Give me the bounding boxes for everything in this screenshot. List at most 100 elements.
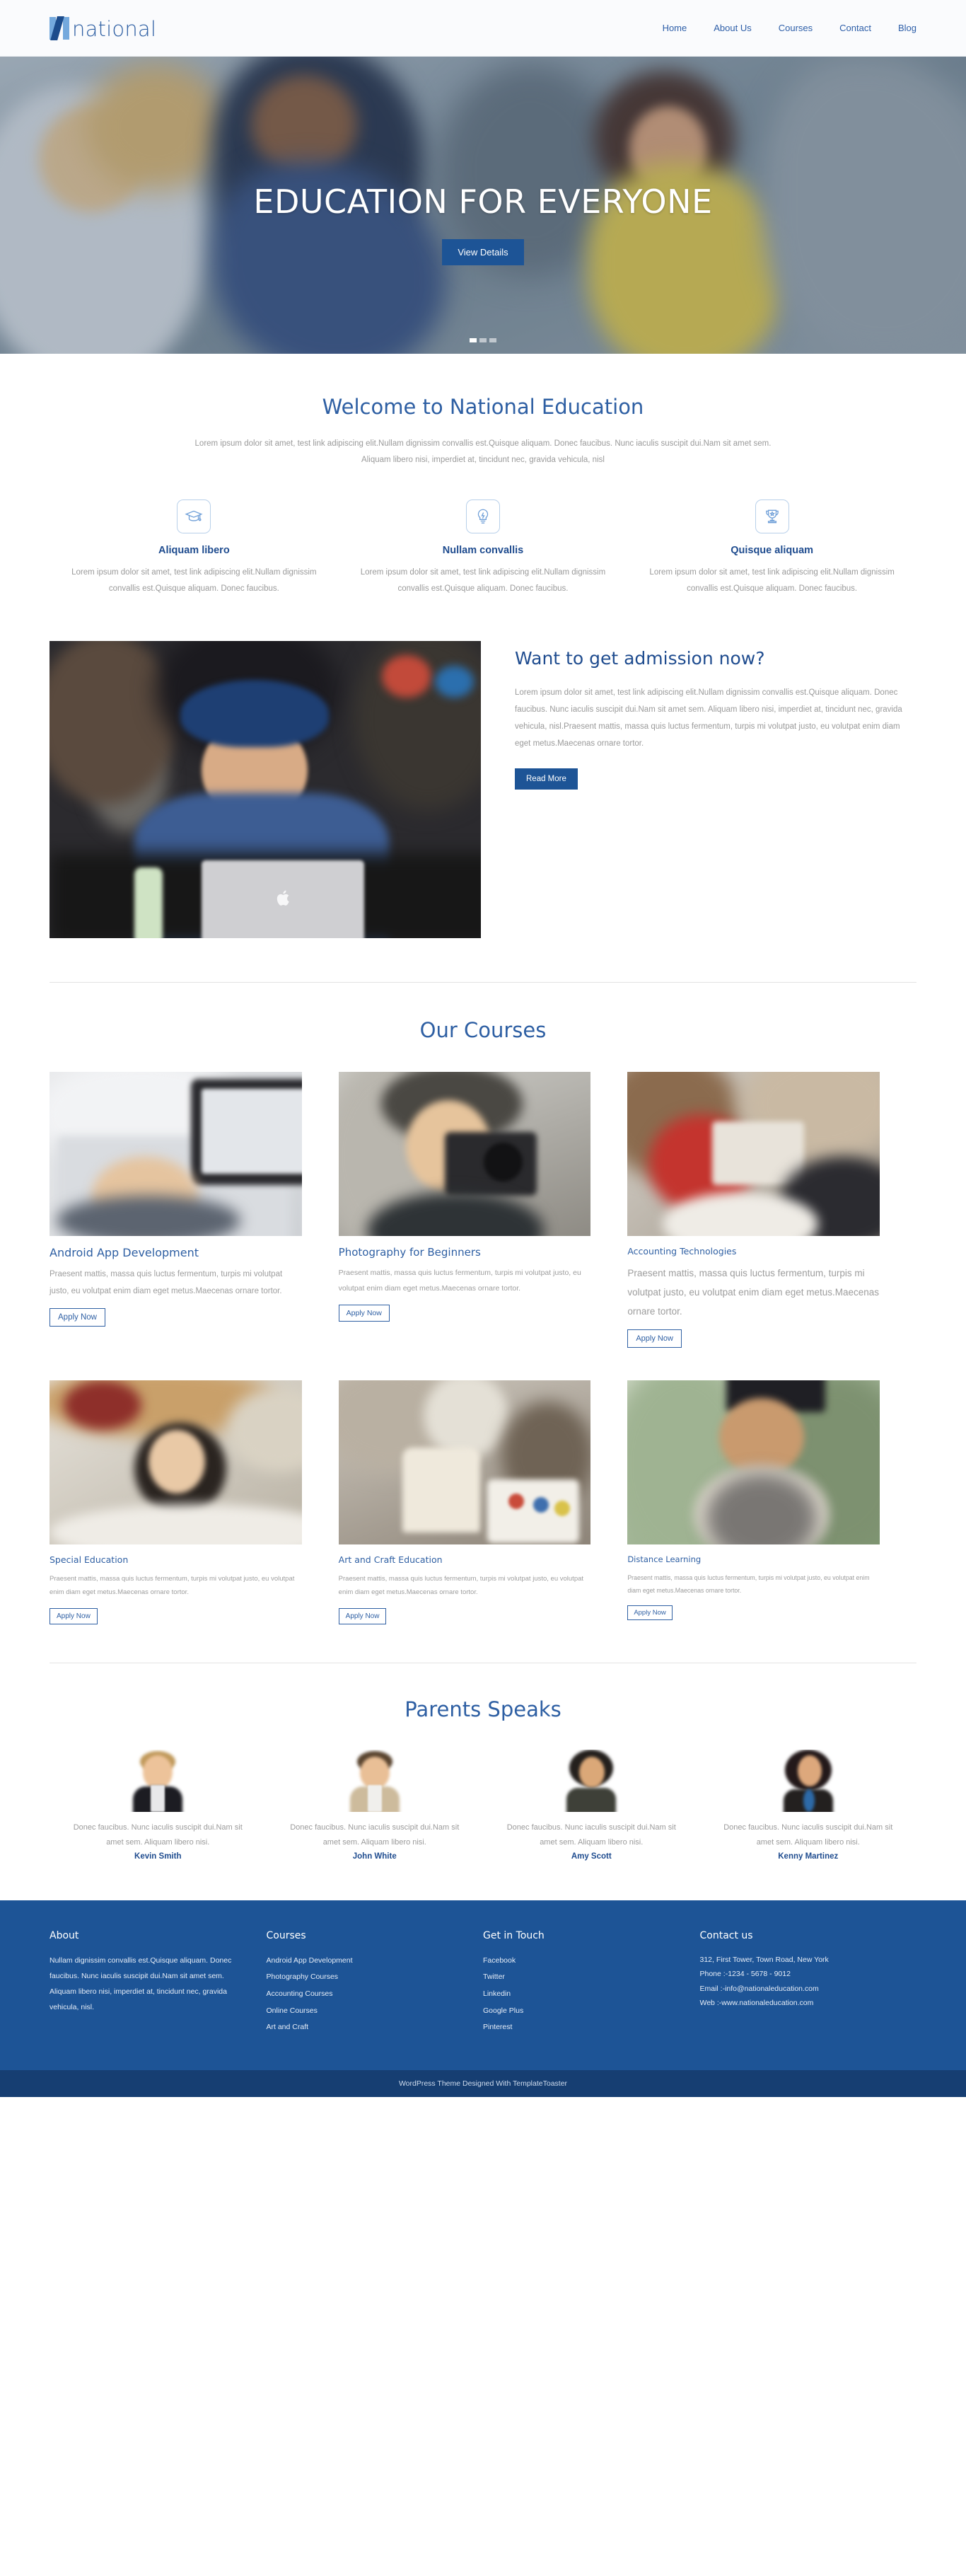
footer-contact-phone: Phone :-1234 - 5678 - 9012	[699, 1970, 791, 1979]
nav-item-home[interactable]: Home	[663, 23, 687, 33]
lightbulb-icon	[465, 499, 500, 533]
course-image-1	[50, 1072, 302, 1236]
nav-item-blog[interactable]: Blog	[898, 23, 916, 33]
testimonial-text-4: Donec faucibus. Nunc iaculis suscipit du…	[723, 1823, 893, 1847]
testimonial-text-2: Donec faucibus. Nunc iaculis suscipit du…	[290, 1823, 460, 1847]
feature-card-2: Nullam convallis Lorem ipsum dolor sit a…	[339, 499, 628, 597]
testimonial-2: Donec faucibus. Nunc iaculis suscipit du…	[267, 1750, 484, 1861]
courses-grid: Android App Development Praesent mattis,…	[50, 1072, 916, 1657]
footer-course-link-4[interactable]: Online Courses	[267, 2003, 455, 2020]
testimonial-1: Donec faucibus. Nunc iaculis suscipit du…	[50, 1750, 267, 1861]
course-image-5	[338, 1380, 591, 1544]
apply-now-button-6[interactable]: Apply Now	[627, 1605, 673, 1621]
footer-course-link-2[interactable]: Photography Courses	[267, 1969, 455, 1986]
hero-slider: EDUCATION FOR EVERYONE View Details	[0, 57, 966, 354]
testimonials-grid: Donec faucibus. Nunc iaculis suscipit du…	[50, 1749, 917, 1861]
apply-now-button-3[interactable]: Apply Now	[627, 1329, 682, 1348]
nav-item-courses[interactable]: Courses	[779, 23, 813, 33]
course-title-5: Art and Craft Education	[338, 1554, 443, 1565]
site-logo[interactable]: national	[50, 16, 157, 41]
testimonial-name-3: Amy Scott	[571, 1852, 612, 1861]
nav-item-contact[interactable]: Contact	[839, 23, 871, 33]
welcome-lead-text: Lorem ipsum dolor sit amet, test link ad…	[194, 439, 772, 464]
course-title-1: Android App Development	[50, 1246, 199, 1259]
footer-social-link-linkedin[interactable]: Linkedin	[483, 1986, 672, 2003]
footer-social-link-google-plus[interactable]: Google Plus	[483, 2003, 672, 2020]
trophy-icon	[755, 499, 789, 533]
apply-now-button-2[interactable]: Apply Now	[338, 1305, 390, 1322]
avatar-4	[778, 1749, 839, 1812]
footer-about-heading: About	[50, 1929, 79, 1941]
testimonials-section: Parents Speaks Donec faucibus. Nunc iacu…	[50, 1663, 916, 1900]
course-image-4	[50, 1380, 302, 1544]
course-title-6: Distance Learning	[627, 1554, 702, 1564]
testimonial-name-2: John White	[352, 1852, 397, 1861]
apply-now-button-5[interactable]: Apply Now	[338, 1607, 387, 1624]
hero-dot-2[interactable]	[479, 338, 487, 342]
footer-course-link-5[interactable]: Art and Craft	[267, 2019, 455, 2036]
hero-dot-3[interactable]	[489, 338, 496, 342]
course-title-3: Accounting Technologies	[627, 1246, 737, 1257]
testimonial-4: Donec faucibus. Nunc iaculis suscipit du…	[700, 1749, 917, 1861]
site-header: national Home About Us Courses Contact B…	[0, 0, 966, 57]
course-image-2	[338, 1072, 591, 1236]
footer-social-link-twitter[interactable]: Twitter	[483, 1969, 672, 1986]
course-card-6: Distance Learning Praesent mattis, massa…	[627, 1380, 916, 1624]
footer-about-column: About Nullam dignissim convallis est.Qui…	[50, 1930, 267, 2036]
site-footer: About Nullam dignissim convallis est.Qui…	[0, 1900, 966, 2070]
course-title-4: Special Education	[50, 1554, 129, 1565]
feature-text-2: Lorem ipsum dolor sit amet, test link ad…	[360, 568, 606, 593]
course-card-3: Accounting Technologies Praesent mattis,…	[627, 1072, 916, 1348]
admission-text: Lorem ipsum dolor sit amet, test link ad…	[515, 688, 902, 749]
footer-contact-heading: Contact us	[699, 1929, 753, 1941]
footer-course-link-1[interactable]: Android App Development	[267, 1953, 455, 1970]
primary-nav: Home About Us Courses Contact Blog	[663, 23, 916, 33]
page-root: national Home About Us Courses Contact B…	[0, 0, 966, 2097]
copyright-bar: WordPress Theme Designed With TemplateTo…	[0, 2069, 966, 2097]
course-text-1: Praesent mattis, massa quis luctus ferme…	[50, 1270, 283, 1295]
features-row: Aliquam libero Lorem ipsum dolor sit ame…	[50, 499, 916, 597]
welcome-title: Welcome to National Education	[322, 395, 644, 419]
admission-image	[50, 641, 481, 938]
course-card-2: Photography for Beginners Praesent matti…	[338, 1072, 628, 1348]
course-card-1: Android App Development Praesent mattis,…	[50, 1072, 339, 1348]
hero-slider-dots[interactable]	[470, 338, 496, 342]
course-text-3: Praesent mattis, massa quis luctus ferme…	[627, 1268, 880, 1317]
courses-title: Our Courses	[419, 1018, 547, 1042]
courses-section: Our Courses Android App Development Prae…	[50, 983, 916, 1657]
admission-section: Want to get admission now? Lorem ipsum d…	[50, 641, 916, 938]
read-more-button[interactable]: Read More	[515, 768, 578, 790]
feature-text-3: Lorem ipsum dolor sit amet, test link ad…	[649, 568, 895, 593]
testimonial-3: Donec faucibus. Nunc iaculis suscipit du…	[483, 1749, 700, 1861]
footer-social-heading: Get in Touch	[483, 1929, 545, 1941]
feature-title-1: Aliquam libero	[158, 545, 230, 556]
footer-contact-address: 312, First Tower, Town Road, New York	[699, 1955, 829, 1964]
course-text-2: Praesent mattis, massa quis luctus ferme…	[338, 1269, 581, 1293]
apply-now-button-1[interactable]: Apply Now	[50, 1308, 105, 1327]
testimonial-name-4: Kenny Martinez	[778, 1852, 839, 1861]
footer-contact-email: Email :-info@nationaleducation.com	[699, 1984, 819, 1993]
feature-title-2: Nullam convallis	[442, 545, 524, 556]
welcome-section: Welcome to National Education Lorem ipsu…	[50, 354, 916, 1900]
testimonial-text-1: Donec faucibus. Nunc iaculis suscipit du…	[73, 1823, 243, 1847]
course-card-5: Art and Craft Education Praesent mattis,…	[338, 1380, 628, 1624]
hero-dot-1[interactable]	[470, 338, 477, 342]
nav-item-about-us[interactable]: About Us	[714, 23, 751, 33]
testimonial-name-1: Kevin Smith	[134, 1852, 182, 1861]
feature-text-1: Lorem ipsum dolor sit amet, test link ad…	[71, 568, 317, 593]
footer-social-link-pinterest[interactable]: Pinterest	[483, 2019, 672, 2036]
avatar-1	[127, 1750, 188, 1812]
logo-n-icon	[50, 16, 71, 40]
hero-title: EDUCATION FOR EVERYONE	[253, 182, 713, 221]
testimonials-title: Parents Speaks	[405, 1697, 561, 1721]
footer-contact-web: Web :-www.nationaleducation.com	[699, 1999, 814, 2008]
footer-courses-heading: Courses	[266, 1929, 306, 1941]
apply-now-button-4[interactable]: Apply Now	[50, 1607, 98, 1624]
footer-social-column: Get in Touch Facebook Twitter Linkedin G…	[483, 1930, 700, 2036]
footer-about-text: Nullam dignissim convallis est.Quisque a…	[50, 1956, 232, 2011]
logo-text: national	[72, 16, 157, 41]
footer-social-link-facebook[interactable]: Facebook	[483, 1953, 672, 1970]
footer-course-link-3[interactable]: Accounting Courses	[267, 1986, 455, 2003]
view-details-button[interactable]: View Details	[442, 239, 524, 266]
course-image-6	[627, 1380, 880, 1544]
